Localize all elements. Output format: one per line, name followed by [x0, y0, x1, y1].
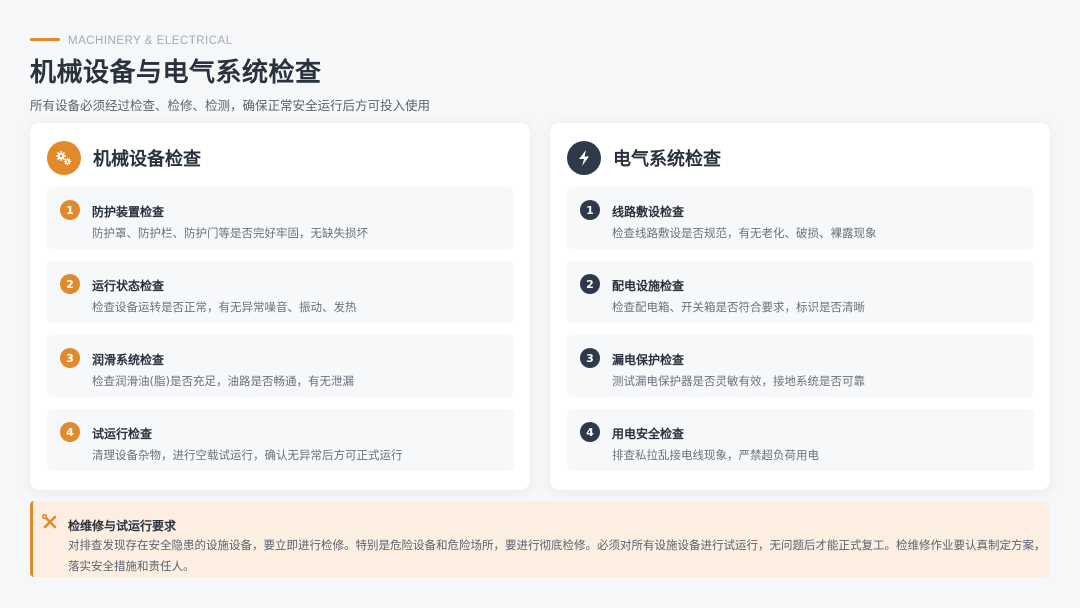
mechanical-card: 机械设备检查 1 防护装置检查 防护罩、防护栏、防护门等是否完好牢固，无缺失损坏…	[30, 123, 530, 490]
item-description: 测试漏电保护器是否灵敏有效，接地系统是否可靠	[612, 374, 865, 388]
electrical-item-3: 3 漏电保护检查 测试漏电保护器是否灵敏有效，接地系统是否可靠	[567, 335, 1034, 397]
page-title: 机械设备与电气系统检查	[30, 58, 322, 88]
gears-icon	[47, 141, 81, 175]
item-number-badge: 1	[60, 200, 80, 220]
item-description: 清理设备杂物，进行空载试运行，确认无异常后方可正式运行	[92, 448, 403, 462]
item-title: 防护装置检查	[92, 205, 165, 219]
electrical-card: 电气系统检查 1 线路敷设检查 检查线路敷设是否规范，有无老化、破损、裸露现象 …	[550, 123, 1050, 490]
item-title: 线路敷设检查	[612, 205, 685, 219]
mechanical-item-2: 2 运行状态检查 检查设备运转是否正常，有无异常噪音、振动、发热	[47, 261, 514, 323]
item-title: 润滑系统检查	[92, 353, 165, 367]
item-number-badge: 4	[60, 422, 80, 442]
item-description: 检查设备运转是否正常，有无异常噪音、振动、发热	[92, 300, 357, 314]
electrical-item-1: 1 线路敷设检查 检查线路敷设是否规范，有无老化、破损、裸露现象	[567, 187, 1034, 249]
item-number-badge: 1	[580, 200, 600, 220]
item-number-badge: 4	[580, 422, 600, 442]
notice-title: 检维修与试运行要求	[68, 519, 177, 533]
item-description: 防护罩、防护栏、防护门等是否完好牢固，无缺失损坏	[92, 226, 368, 240]
electrical-card-header: 电气系统检查	[567, 141, 721, 175]
item-title: 漏电保护检查	[612, 353, 685, 367]
mechanical-card-header: 机械设备检查	[47, 141, 201, 175]
mechanical-card-title: 机械设备检查	[93, 149, 201, 170]
item-number-badge: 3	[580, 348, 600, 368]
item-description: 排查私拉乱接电线现象，严禁超负荷用电	[612, 448, 819, 462]
item-title: 运行状态检查	[92, 279, 165, 293]
item-title: 用电安全检查	[612, 427, 685, 441]
item-description: 检查润滑油(脂)是否充足，油路是否畅通，有无泄漏	[92, 374, 354, 388]
lightning-icon	[567, 141, 601, 175]
maintenance-notice: 检维修与试运行要求 对排查发现存在安全隐患的设施设备，要立即进行检修。特别是危险…	[30, 501, 1050, 577]
page-subtitle: 所有设备必须经过检查、检修、检测，确保正常安全运行后方可投入使用	[30, 98, 431, 113]
item-number-badge: 2	[580, 274, 600, 294]
item-title: 试运行检查	[92, 427, 153, 441]
electrical-card-title: 电气系统检查	[613, 149, 721, 170]
item-description: 检查配电箱、开关箱是否符合要求，标识是否清晰	[612, 300, 865, 314]
eyebrow-label: MACHINERY & ELECTRICAL	[68, 35, 233, 47]
item-number-badge: 3	[60, 348, 80, 368]
tools-icon	[41, 513, 59, 531]
mechanical-item-3: 3 润滑系统检查 检查润滑油(脂)是否充足，油路是否畅通，有无泄漏	[47, 335, 514, 397]
item-number-badge: 2	[60, 274, 80, 294]
electrical-item-4: 4 用电安全检查 排查私拉乱接电线现象，严禁超负荷用电	[567, 409, 1034, 471]
item-title: 配电设施检查	[612, 279, 685, 293]
accent-line	[30, 38, 60, 41]
notice-text: 对排查发现存在安全隐患的设施设备，要立即进行检修。特别是危险设备和危险场所，要进…	[68, 538, 1046, 573]
electrical-item-2: 2 配电设施检查 检查配电箱、开关箱是否符合要求，标识是否清晰	[567, 261, 1034, 323]
mechanical-item-4: 4 试运行检查 清理设备杂物，进行空载试运行，确认无异常后方可正式运行	[47, 409, 514, 471]
mechanical-item-1: 1 防护装置检查 防护罩、防护栏、防护门等是否完好牢固，无缺失损坏	[47, 187, 514, 249]
item-description: 检查线路敷设是否规范，有无老化、破损、裸露现象	[612, 226, 877, 240]
